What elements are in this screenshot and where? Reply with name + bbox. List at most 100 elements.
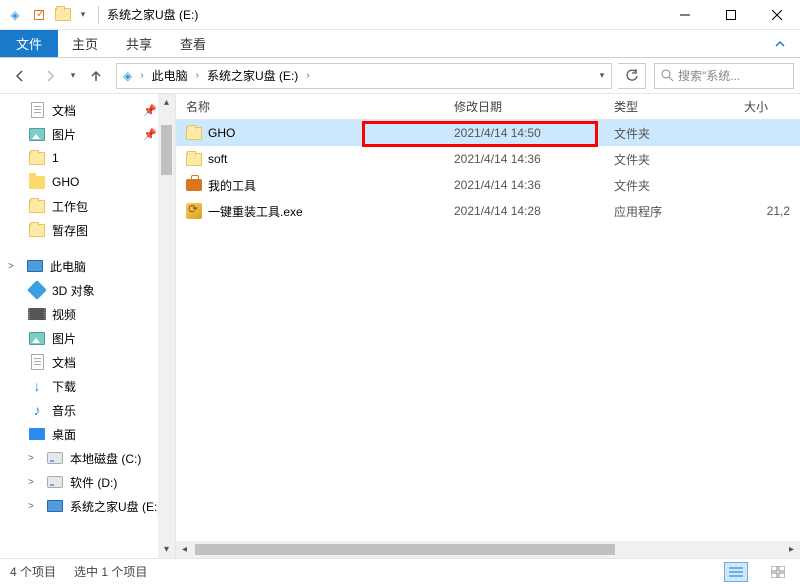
chevron-right-icon[interactable]: › [192,70,203,81]
drive-icon: ◈ [4,4,26,26]
minimize-button[interactable] [662,0,708,30]
file-date: 2021/4/14 14:50 [444,126,604,140]
up-button[interactable] [82,62,110,90]
history-dropdown[interactable]: ▾ [66,70,80,81]
sidebar-item[interactable]: GHO [0,170,175,194]
file-date: 2021/4/14 14:36 [444,152,604,166]
status-bar: 4 个项目 选中 1 个项目 [0,558,800,584]
scroll-h-thumb[interactable] [195,544,615,555]
view-thumbnails-button[interactable] [766,562,790,582]
file-row[interactable]: GHO 2021/4/14 14:50 文件夹 [176,120,800,146]
sidebar-item[interactable]: 视频 [0,302,175,326]
column-name[interactable]: 名称 [176,94,444,119]
music-icon: ♪ [28,401,46,419]
file-type: 应用程序 [604,203,734,220]
sidebar-item-label: 3D 对象 [52,282,95,299]
ribbon: 文件 主页 共享 查看 [0,30,800,58]
vid-icon [28,305,46,323]
ribbon-tab-home[interactable]: 主页 [58,30,112,57]
content-area: 名称 修改日期 类型 大小 GHO 2021/4/14 14:50 文件夹 so… [176,94,800,558]
toolbox-icon [186,179,202,191]
sidebar-item-label: 1 [52,151,59,165]
sidebar-item-label: 视频 [52,306,76,323]
sidebar-item[interactable]: 图片📌 [0,122,175,146]
ribbon-expand-button[interactable] [760,30,800,57]
titlebar-divider [98,6,99,24]
pin-icon: 📌 [143,128,157,141]
sidebar-item[interactable]: 文档 [0,350,175,374]
sidebar-item-label: 文档 [52,354,76,371]
scroll-thumb[interactable] [161,125,172,175]
caret-icon: > [28,477,40,488]
scroll-up-button[interactable]: ▴ [158,94,175,111]
breadcrumb-root[interactable]: 此电脑 [148,64,192,88]
column-type[interactable]: 类型 [604,94,734,119]
qat-overflow-icon[interactable]: ▾ [76,4,90,26]
maximize-button[interactable] [708,0,754,30]
properties-qat-icon[interactable]: ✓ [28,4,50,26]
file-row[interactable]: soft 2021/4/14 14:36 文件夹 [176,146,800,172]
sidebar-item[interactable]: >本地磁盘 (C:) [0,446,175,470]
file-date: 2021/4/14 14:28 [444,204,604,218]
scroll-down-button[interactable]: ▾ [158,541,175,558]
column-date[interactable]: 修改日期 [444,94,604,119]
search-icon [661,69,674,82]
close-button[interactable] [754,0,800,30]
sidebar-item[interactable]: 1 [0,146,175,170]
folder-icon [28,221,46,239]
file-date: 2021/4/14 14:36 [444,178,604,192]
scroll-right-button[interactable]: ▸ [783,541,800,558]
sidebar-item[interactable]: 桌面 [0,422,175,446]
sidebar-item[interactable]: 图片 [0,326,175,350]
ribbon-tab-view[interactable]: 查看 [166,30,220,57]
exe-icon [186,203,202,219]
sidebar-item[interactable]: ↓下载 [0,374,175,398]
file-type: 文件夹 [604,125,734,142]
breadcrumb-root-icon[interactable]: ◈ [119,64,136,88]
folder-icon [28,197,46,215]
address-bar[interactable]: ◈ › 此电脑 › 系统之家U盘 (E:) › ▾ [116,63,612,89]
file-name: soft [208,152,227,166]
content-h-scrollbar[interactable]: ◂ ▸ [176,541,800,558]
disk-icon [46,449,64,467]
scroll-left-button[interactable]: ◂ [176,541,193,558]
folder-icon [186,127,202,140]
folder-qat-icon[interactable] [52,4,74,26]
refresh-button[interactable] [618,63,646,89]
folder-open-icon [28,173,46,191]
search-placeholder: 搜索"系统... [678,67,740,84]
view-details-button[interactable] [724,562,748,582]
sidebar-item[interactable]: 工作包 [0,194,175,218]
ribbon-file-tab[interactable]: 文件 [0,30,58,57]
back-button[interactable] [6,62,34,90]
disk-icon [46,473,64,491]
sidebar: 文档📌图片📌1GHO工作包暂存图>此电脑3D 对象视频图片文档↓下载♪音乐桌面>… [0,94,176,558]
sidebar-item[interactable]: 3D 对象 [0,278,175,302]
doc-icon [28,101,46,119]
sidebar-item[interactable]: >系统之家U盘 (E:) [0,494,175,518]
chevron-right-icon[interactable]: › [136,70,147,81]
sidebar-item[interactable]: 暂存图 [0,218,175,242]
breadcrumb-current[interactable]: 系统之家U盘 (E:) [203,64,302,88]
sidebar-item[interactable]: >此电脑 [0,254,175,278]
file-row[interactable]: 我的工具 2021/4/14 14:36 文件夹 [176,172,800,198]
ribbon-tab-share[interactable]: 共享 [112,30,166,57]
pc-icon [26,257,44,275]
forward-button[interactable] [36,62,64,90]
pin-icon: 📌 [143,104,157,117]
address-dropdown[interactable]: ▾ [595,70,609,81]
caret-icon: > [28,501,40,512]
file-name: 一键重装工具.exe [208,203,303,220]
chevron-right-icon[interactable]: › [302,70,313,81]
sidebar-item[interactable]: >软件 (D:) [0,470,175,494]
sidebar-item-label: 此电脑 [50,258,86,275]
file-size: 21,2 [734,204,800,218]
file-row[interactable]: 一键重装工具.exe 2021/4/14 14:28 应用程序 21,2 [176,198,800,224]
sidebar-scrollbar[interactable]: ▴ ▾ [158,94,175,558]
sidebar-item[interactable]: 文档📌 [0,98,175,122]
column-size[interactable]: 大小 [734,94,800,119]
desktop-icon [28,425,46,443]
sidebar-item[interactable]: ♪音乐 [0,398,175,422]
search-input[interactable]: 搜索"系统... [654,63,794,89]
sidebar-item-label: 工作包 [52,198,88,215]
